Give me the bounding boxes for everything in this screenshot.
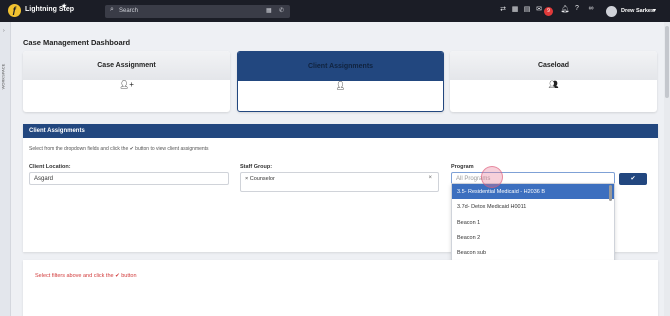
user-name[interactable]: Drew Sarkes bbox=[621, 8, 654, 14]
page-scrollbar[interactable] bbox=[664, 22, 670, 316]
dropdown-option[interactable]: Beacon sub bbox=[452, 245, 614, 260]
search-input[interactable]: Search bbox=[119, 8, 138, 14]
notification-badge: 9 bbox=[544, 7, 553, 16]
dropdown-scrollbar[interactable] bbox=[609, 185, 612, 201]
top-bar: ƒ Lightning Step ★ ⌕ Search ▦ ✆ ⇄ ▦ ▤ ✉ … bbox=[0, 0, 670, 22]
card-case-assignment[interactable]: Case Assignment 👤︎+ bbox=[23, 51, 230, 112]
filter-message: Select filters above and click the ✔ but… bbox=[35, 273, 137, 279]
grid-icon[interactable]: ▤ bbox=[522, 5, 532, 13]
apply-button[interactable]: ✔ bbox=[619, 173, 647, 185]
dropdown-option[interactable]: Beacon 2 bbox=[452, 230, 614, 245]
app-logo[interactable]: ƒ bbox=[8, 4, 21, 17]
staff-group-select[interactable]: × Counselor × bbox=[240, 172, 439, 192]
phone-icon[interactable]: ✆ bbox=[279, 7, 284, 14]
chevron-right-icon[interactable]: › bbox=[3, 28, 5, 34]
chat-icon[interactable]: ✉ bbox=[534, 5, 544, 13]
rail-label[interactable]: WORKSPACE bbox=[0, 64, 5, 90]
favorite-star-icon[interactable]: ★ bbox=[61, 2, 67, 10]
instructions: Select from the dropdown fields and clic… bbox=[29, 146, 209, 152]
program-dropdown[interactable]: 3.5- Residential Medicaid - H2036 B 3.7d… bbox=[451, 183, 615, 262]
program-label: Program bbox=[451, 164, 474, 170]
dropdown-option[interactable]: 3.7d- Detox Medicaid H0011 bbox=[452, 199, 614, 214]
search-icon: ⌕ bbox=[110, 6, 114, 13]
card-title: Case Assignment bbox=[23, 51, 230, 80]
clear-icon[interactable]: × bbox=[428, 175, 432, 181]
chevron-down-icon[interactable]: ▾ bbox=[653, 7, 656, 14]
calendar-icon[interactable]: ▦ bbox=[266, 7, 272, 14]
link-icon[interactable]: ∞ bbox=[586, 5, 596, 12]
left-rail: › WORKSPACE bbox=[0, 22, 11, 316]
card-client-assignments[interactable]: Client Assignments 👤︎ bbox=[237, 51, 444, 112]
results-panel: Select filters above and click the ✔ but… bbox=[23, 260, 658, 316]
staff-group-label: Staff Group: bbox=[240, 164, 273, 170]
search-bar[interactable]: ⌕ Search ▦ ✆ bbox=[105, 5, 290, 18]
user-plus-icon: 👤︎+ bbox=[119, 80, 134, 89]
selected-chip[interactable]: × Counselor bbox=[245, 176, 275, 182]
dropdown-option[interactable]: 3.5- Residential Medicaid - H2036 B bbox=[452, 184, 614, 200]
card-caseload[interactable]: Caseload 👥︎ bbox=[450, 51, 657, 112]
dropdown-option[interactable]: Beacon 1 bbox=[452, 215, 614, 230]
card-title: Client Assignments bbox=[238, 52, 443, 81]
scrollbar-thumb[interactable] bbox=[665, 26, 669, 98]
bell-icon[interactable]: 🔔︎ bbox=[560, 5, 570, 13]
help-icon[interactable]: ? bbox=[572, 5, 582, 12]
cursor-highlight bbox=[481, 166, 503, 188]
transfer-icon[interactable]: ⇄ bbox=[498, 5, 508, 13]
client-location-label: Client Location: bbox=[29, 164, 71, 170]
calendar-icon[interactable]: ▦ bbox=[510, 5, 520, 13]
page-title: Case Management Dashboard bbox=[23, 38, 131, 47]
users-icon: 👥︎ bbox=[548, 80, 559, 89]
user-icon: 👤︎ bbox=[335, 81, 346, 90]
avatar[interactable] bbox=[606, 6, 617, 17]
client-location-select[interactable]: Asgard bbox=[29, 172, 229, 185]
panel-title: Client Assignments bbox=[23, 124, 658, 138]
card-title: Caseload bbox=[450, 51, 657, 80]
